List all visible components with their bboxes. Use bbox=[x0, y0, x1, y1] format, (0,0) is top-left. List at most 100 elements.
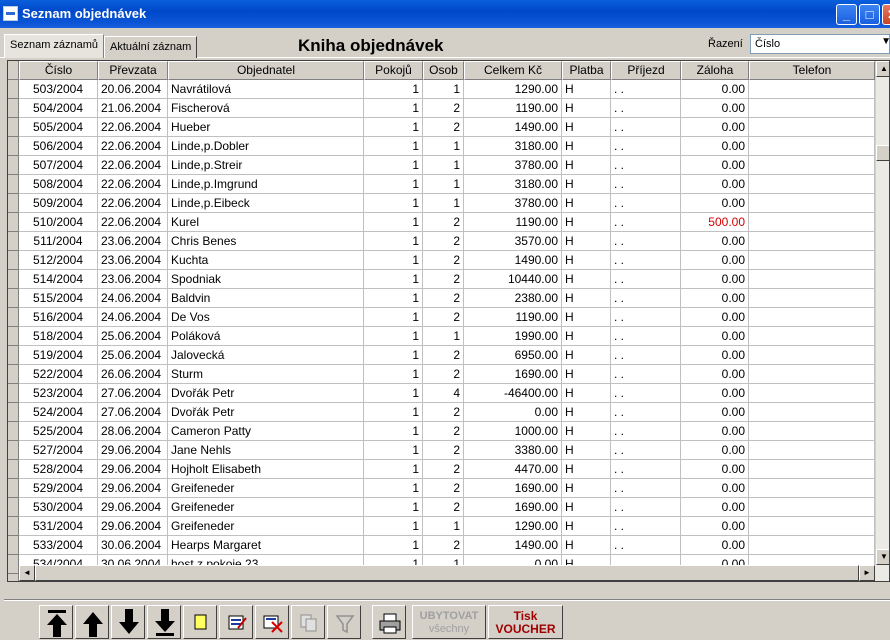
col-customer-cell[interactable]: Navrátilová bbox=[168, 80, 364, 99]
row-indicator[interactable] bbox=[8, 194, 19, 213]
col-rooms-cell[interactable]: 1 bbox=[364, 270, 423, 289]
col-arrival-cell[interactable]: . . bbox=[611, 308, 681, 327]
col-total-cell[interactable]: 0.00 bbox=[464, 555, 562, 565]
col-customer-cell[interactable]: Cameron Patty bbox=[168, 422, 364, 441]
col-received-cell[interactable]: 25.06.2004 bbox=[98, 346, 168, 365]
col-customer-cell[interactable]: Hearps Margaret bbox=[168, 536, 364, 555]
col-payment-cell[interactable]: H bbox=[562, 346, 611, 365]
col-rooms-cell[interactable]: 1 bbox=[364, 308, 423, 327]
col-arrival-cell[interactable]: . . bbox=[611, 460, 681, 479]
col-persons-cell[interactable]: 2 bbox=[423, 251, 464, 270]
row-indicator[interactable] bbox=[8, 365, 19, 384]
col-deposit-cell[interactable]: 0.00 bbox=[681, 232, 749, 251]
col-customer-cell[interactable]: Linde,p.Streir bbox=[168, 156, 364, 175]
col-customer-cell[interactable]: Chris Benes bbox=[168, 232, 364, 251]
header-col-payment[interactable]: Platba bbox=[562, 61, 611, 80]
header-col-phone[interactable]: Telefon bbox=[749, 61, 875, 80]
col-total-cell[interactable]: 3180.00 bbox=[464, 137, 562, 156]
row-indicator[interactable] bbox=[8, 441, 19, 460]
table-row[interactable]: 527/2004 29.06.2004 Jane Nehls 1 2 3380.00 H. … bbox=[19, 441, 875, 460]
col-total-cell[interactable]: 1190.00 bbox=[464, 99, 562, 118]
table-row[interactable]: 533/2004 30.06.2004 Hearps Margaret 1 2 1490.… bbox=[19, 536, 875, 555]
col-arrival-cell[interactable]: . . bbox=[611, 384, 681, 403]
col-deposit-cell[interactable]: 0.00 bbox=[681, 156, 749, 175]
col-number-cell[interactable]: 514/2004 bbox=[19, 270, 98, 289]
row-indicator[interactable] bbox=[8, 99, 19, 118]
print-voucher-button[interactable]: Tisk VOUCHER bbox=[488, 605, 563, 639]
col-received-cell[interactable]: 23.06.2004 bbox=[98, 251, 168, 270]
col-number-cell[interactable]: 531/2004 bbox=[19, 517, 98, 536]
col-persons-cell[interactable]: 2 bbox=[423, 118, 464, 137]
header-col-arrival[interactable]: Příjezd bbox=[611, 61, 681, 80]
row-indicator[interactable] bbox=[8, 536, 19, 555]
table-row[interactable]: 528/2004 29.06.2004 Hojholt Elisabeth 1 2 447… bbox=[19, 460, 875, 479]
col-payment-cell[interactable]: H bbox=[562, 555, 611, 565]
col-arrival-cell[interactable]: . . bbox=[611, 517, 681, 536]
col-deposit-cell[interactable]: 0.00 bbox=[681, 479, 749, 498]
col-total-cell[interactable]: 1490.00 bbox=[464, 118, 562, 137]
col-deposit-cell[interactable]: 0.00 bbox=[681, 498, 749, 517]
table-row[interactable]: 525/2004 28.06.2004 Cameron Patty 1 2 1000.00… bbox=[19, 422, 875, 441]
col-phone-cell[interactable] bbox=[749, 327, 875, 346]
col-persons-cell[interactable]: 2 bbox=[423, 536, 464, 555]
col-number-cell[interactable]: 519/2004 bbox=[19, 346, 98, 365]
col-rooms-cell[interactable]: 1 bbox=[364, 441, 423, 460]
col-rooms-cell[interactable]: 1 bbox=[364, 403, 423, 422]
col-phone-cell[interactable] bbox=[749, 308, 875, 327]
col-received-cell[interactable]: 29.06.2004 bbox=[98, 460, 168, 479]
col-payment-cell[interactable]: H bbox=[562, 536, 611, 555]
col-number-cell[interactable]: 508/2004 bbox=[19, 175, 98, 194]
col-deposit-cell[interactable]: 0.00 bbox=[681, 270, 749, 289]
col-phone-cell[interactable] bbox=[749, 251, 875, 270]
col-persons-cell[interactable]: 2 bbox=[423, 270, 464, 289]
table-row[interactable]: 507/2004 22.06.2004 Linde,p.Streir 1 1 3780.0… bbox=[19, 156, 875, 175]
col-deposit-cell[interactable]: 0.00 bbox=[681, 289, 749, 308]
table-row[interactable]: 522/2004 26.06.2004 Sturm 1 2 1690.00 H. . 0.00 bbox=[19, 365, 875, 384]
col-number-cell[interactable]: 534/2004 bbox=[19, 555, 98, 565]
col-persons-cell[interactable]: 1 bbox=[423, 156, 464, 175]
col-rooms-cell[interactable]: 1 bbox=[364, 175, 423, 194]
col-number-cell[interactable]: 525/2004 bbox=[19, 422, 98, 441]
col-number-cell[interactable]: 512/2004 bbox=[19, 251, 98, 270]
col-customer-cell[interactable]: Fischerová bbox=[168, 99, 364, 118]
col-deposit-cell[interactable]: 0.00 bbox=[681, 251, 749, 270]
col-persons-cell[interactable]: 2 bbox=[423, 498, 464, 517]
col-customer-cell[interactable]: Baldvin bbox=[168, 289, 364, 308]
row-indicator[interactable] bbox=[8, 422, 19, 441]
col-persons-cell[interactable]: 2 bbox=[423, 441, 464, 460]
col-total-cell[interactable]: 0.00 bbox=[464, 403, 562, 422]
col-persons-cell[interactable]: 1 bbox=[423, 517, 464, 536]
col-received-cell[interactable]: 29.06.2004 bbox=[98, 498, 168, 517]
scroll-down-icon[interactable]: ▼ bbox=[876, 549, 889, 565]
col-received-cell[interactable]: 28.06.2004 bbox=[98, 422, 168, 441]
scroll-left-icon[interactable]: ◄ bbox=[19, 565, 35, 581]
row-indicator[interactable] bbox=[8, 251, 19, 270]
col-persons-cell[interactable]: 2 bbox=[423, 289, 464, 308]
col-persons-cell[interactable]: 1 bbox=[423, 194, 464, 213]
col-phone-cell[interactable] bbox=[749, 441, 875, 460]
col-arrival-cell[interactable]: . . bbox=[611, 346, 681, 365]
col-phone-cell[interactable] bbox=[749, 213, 875, 232]
col-payment-cell[interactable]: H bbox=[562, 80, 611, 99]
col-rooms-cell[interactable]: 1 bbox=[364, 422, 423, 441]
col-deposit-cell[interactable]: 0.00 bbox=[681, 80, 749, 99]
col-deposit-cell[interactable]: 0.00 bbox=[681, 99, 749, 118]
row-indicator[interactable] bbox=[8, 346, 19, 365]
table-row[interactable]: 512/2004 23.06.2004 Kuchta 1 2 1490.00 H. . 0.0… bbox=[19, 251, 875, 270]
col-deposit-cell[interactable]: 500.00 bbox=[681, 213, 749, 232]
col-total-cell[interactable]: 3180.00 bbox=[464, 175, 562, 194]
col-phone-cell[interactable] bbox=[749, 536, 875, 555]
col-arrival-cell[interactable]: . . bbox=[611, 251, 681, 270]
col-total-cell[interactable]: 3570.00 bbox=[464, 232, 562, 251]
col-customer-cell[interactable]: De Vos bbox=[168, 308, 364, 327]
row-indicator[interactable] bbox=[8, 270, 19, 289]
table-row[interactable]: 514/2004 23.06.2004 Spodniak 1 2 10440.00 H. .… bbox=[19, 270, 875, 289]
col-payment-cell[interactable]: H bbox=[562, 460, 611, 479]
col-received-cell[interactable]: 22.06.2004 bbox=[98, 213, 168, 232]
col-total-cell[interactable]: 1190.00 bbox=[464, 213, 562, 232]
col-total-cell[interactable]: 6950.00 bbox=[464, 346, 562, 365]
col-received-cell[interactable]: 29.06.2004 bbox=[98, 441, 168, 460]
col-deposit-cell[interactable]: 0.00 bbox=[681, 422, 749, 441]
col-phone-cell[interactable] bbox=[749, 156, 875, 175]
col-phone-cell[interactable] bbox=[749, 118, 875, 137]
